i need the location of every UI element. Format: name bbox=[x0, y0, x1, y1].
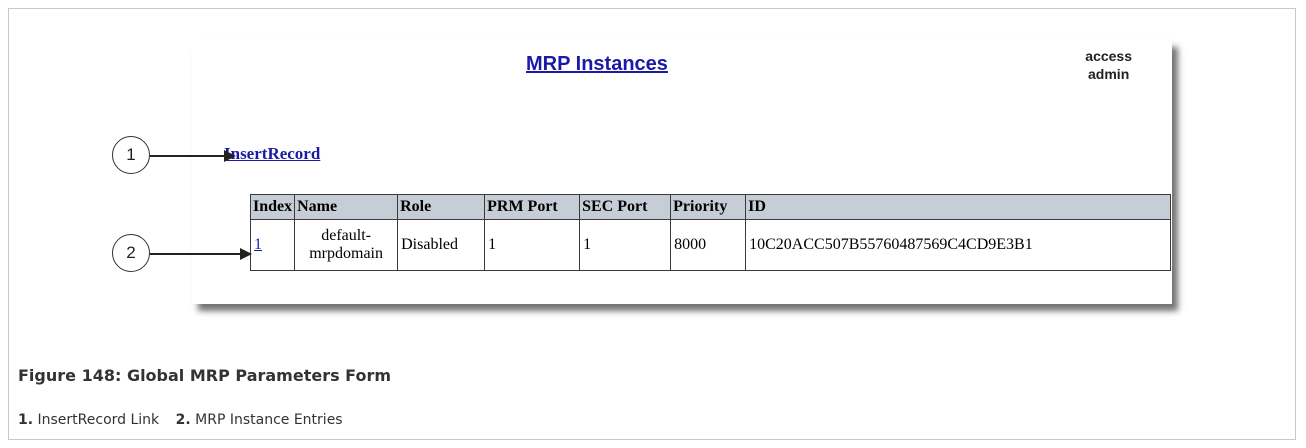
callout-2: 2 bbox=[112, 234, 150, 272]
table-header-row: Index Name Role PRM Port SEC Port Priori… bbox=[249, 194, 1172, 220]
figure-caption: Figure 148: Global MRP Parameters Form bbox=[18, 366, 392, 385]
cell-sec-port: 1 bbox=[579, 219, 672, 271]
figure-legend: 1. InsertRecord Link 2. MRP Instance Ent… bbox=[18, 412, 355, 428]
column-header-id: ID bbox=[745, 194, 1172, 220]
column-header-prm-port: PRM Port bbox=[484, 194, 581, 220]
legend-text: InsertRecord Link bbox=[37, 412, 160, 428]
legend-number: 2. bbox=[175, 412, 191, 428]
cell-priority: 8000 bbox=[670, 219, 747, 271]
name-line2: mrpdomain bbox=[309, 245, 383, 262]
legend-item: 1. InsertRecord Link bbox=[18, 412, 159, 428]
name-line1: default- bbox=[321, 227, 371, 244]
access-label: access bbox=[1085, 48, 1132, 64]
legend-item: 2. MRP Instance Entries bbox=[176, 412, 343, 428]
legend-number: 1. bbox=[18, 412, 34, 428]
insert-record-link[interactable]: InsertRecord bbox=[224, 144, 320, 164]
column-header-sec-port: SEC Port bbox=[579, 194, 672, 220]
callout-2-arrow bbox=[150, 248, 252, 260]
screenshot-panel: MRP Instances access admin InsertRecord … bbox=[192, 40, 1172, 304]
access-info: access admin bbox=[1085, 47, 1132, 83]
cell-id: 10C20ACC507B55760487569C4CD9E3B1 bbox=[745, 219, 1172, 271]
column-header-priority: Priority bbox=[670, 194, 747, 220]
mrp-instances-table: Index Name Role PRM Port SEC Port Priori… bbox=[249, 194, 1172, 271]
column-header-role: Role bbox=[397, 194, 486, 220]
cell-name: default- mrpdomain bbox=[294, 219, 399, 271]
callout-1-arrow bbox=[150, 150, 236, 162]
cell-role: Disabled bbox=[397, 219, 486, 271]
callout-1: 1 bbox=[112, 136, 150, 174]
access-user: admin bbox=[1088, 66, 1130, 82]
table-row: 1 default- mrpdomain Disabled 1 1 8000 1… bbox=[249, 219, 1172, 271]
index-link[interactable]: 1 bbox=[254, 236, 262, 253]
cell-index: 1 bbox=[249, 219, 296, 271]
legend-text: MRP Instance Entries bbox=[195, 412, 343, 428]
column-header-name: Name bbox=[294, 194, 399, 220]
page-title: MRP Instances bbox=[526, 53, 668, 75]
cell-prm-port: 1 bbox=[484, 219, 581, 271]
column-header-index: Index bbox=[249, 194, 296, 220]
